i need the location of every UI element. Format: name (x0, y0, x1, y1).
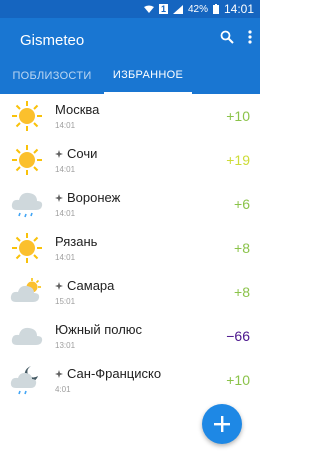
sun-icon (10, 144, 44, 176)
city-row[interactable]: Москва 14:01 +10 (0, 94, 260, 138)
city-name: Воронеж (67, 190, 121, 205)
city-row[interactable]: Сочи 14:01 +19 (0, 138, 260, 182)
battery-percent: 42% (187, 3, 208, 15)
update-time: 14:01 (55, 165, 76, 174)
city-name-wrap: Самара (55, 278, 114, 293)
temperature: +19 (226, 152, 250, 168)
temperature: +10 (226, 108, 250, 124)
city-name: Сан-Франциско (67, 366, 162, 381)
moon-rain-cloud-icon (10, 364, 44, 396)
update-time: 4:01 (55, 385, 71, 394)
city-name: Самара (67, 278, 115, 293)
wifi-icon (143, 5, 154, 13)
city-row[interactable]: Воронеж 14:01 +6 (0, 182, 260, 226)
update-time: 15:01 (55, 297, 76, 306)
sun-icon (10, 100, 44, 132)
signal-icon (172, 4, 183, 14)
city-row[interactable]: Сан-Франциско 4:01 +10 (0, 358, 260, 402)
city-name-wrap: Сан-Франциско (55, 366, 161, 381)
city-name-wrap: Воронеж (55, 190, 120, 205)
temperature: +8 (234, 240, 250, 256)
add-city-button[interactable] (202, 404, 242, 444)
cloud-icon (10, 320, 44, 352)
more-options-icon[interactable] (248, 30, 252, 44)
city-name: Сочи (67, 146, 98, 161)
temperature: +6 (234, 196, 250, 212)
sun-cloud-icon (10, 276, 44, 308)
city-name: Москва (55, 102, 100, 117)
tab-favorites[interactable]: ИЗБРАННОЕ (104, 58, 192, 94)
clock: 14:01 (223, 2, 254, 16)
sun-icon (10, 232, 44, 264)
plus-icon (214, 416, 230, 432)
city-name-wrap: Сочи (55, 146, 97, 161)
city-name: Рязань (55, 234, 98, 249)
tracked-location-icon (55, 149, 63, 158)
tracked-location-icon (55, 193, 63, 202)
update-time: 14:01 (55, 121, 76, 130)
city-name-wrap: Москва (55, 102, 99, 117)
tracked-location-icon (55, 369, 63, 378)
search-icon[interactable] (220, 30, 234, 44)
city-row[interactable]: Южный полюс 13:01 −66 (0, 314, 260, 358)
city-row[interactable]: Самара 15:01 +8 (0, 270, 260, 314)
app-title: Gismeteo (20, 32, 85, 49)
city-name-wrap: Южный полюс (55, 322, 142, 337)
battery-icon (212, 4, 219, 14)
temperature: −66 (226, 328, 250, 344)
city-list: Москва 14:01 +10 Сочи 14:01 +19 Воронеж 14:01 +6… (0, 94, 260, 402)
temperature: +8 (234, 284, 250, 300)
sim-indicator: 1 (158, 4, 168, 14)
city-name: Южный полюс (55, 322, 143, 337)
rain-cloud-icon (10, 188, 44, 220)
city-row[interactable]: Рязань 14:01 +8 (0, 226, 260, 270)
app-bar: Gismeteo ПОБЛИЗОСТИ ИЗБРАННОЕ (0, 18, 260, 94)
status-bar: 1 42% 14:01 (0, 0, 260, 18)
update-time: 13:01 (55, 341, 76, 350)
temperature: +10 (226, 372, 250, 388)
update-time: 14:01 (55, 209, 76, 218)
city-name-wrap: Рязань (55, 234, 97, 249)
update-time: 14:01 (55, 253, 76, 262)
tab-nearby[interactable]: ПОБЛИЗОСТИ (0, 58, 104, 94)
tracked-location-icon (55, 281, 63, 290)
